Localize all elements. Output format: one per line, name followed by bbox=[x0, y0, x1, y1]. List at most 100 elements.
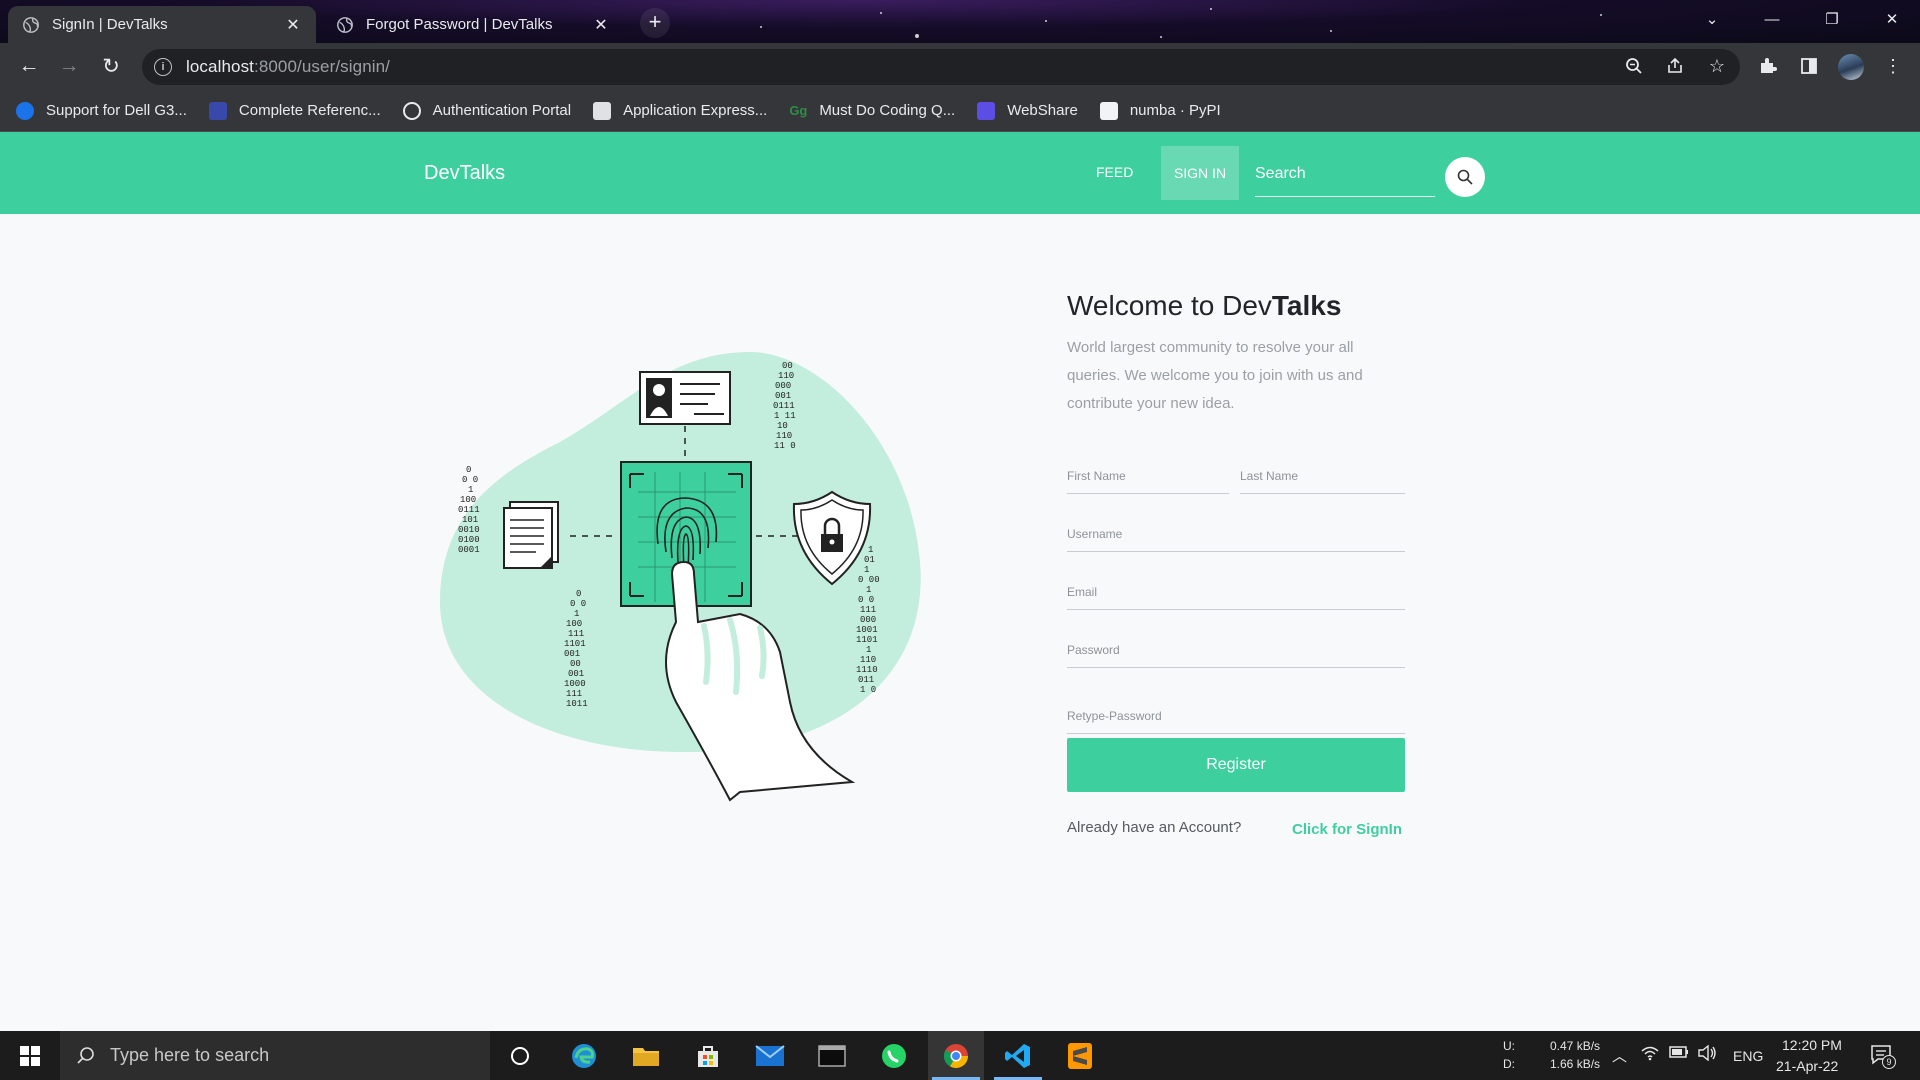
svg-text:101: 101 bbox=[462, 515, 478, 525]
tab-signin[interactable]: SignIn | DevTalks ✕ bbox=[8, 6, 316, 43]
restore-button[interactable]: ❐ bbox=[1802, 0, 1862, 38]
svg-text:1110: 1110 bbox=[856, 665, 878, 675]
document-icon bbox=[503, 501, 559, 569]
bookmark-star-icon[interactable]: ☆ bbox=[1704, 53, 1730, 79]
bookmark-must-do-coding[interactable]: Gg Must Do Coding Q... bbox=[789, 102, 955, 120]
geeksforgeeks-icon: Gg bbox=[789, 102, 808, 118]
sublime-text-icon[interactable] bbox=[1052, 1031, 1108, 1080]
search-icon bbox=[1457, 169, 1473, 185]
notification-count-badge: 9 bbox=[1882, 1055, 1896, 1069]
background-star bbox=[915, 34, 919, 38]
signin-link[interactable]: Click for SignIn bbox=[1292, 821, 1402, 838]
bookmark-complete-reference[interactable]: Complete Referenc... bbox=[208, 101, 381, 120]
welcome-description: World largest community to resolve your … bbox=[1067, 339, 1363, 412]
bookmark-application-express[interactable]: Application Express... bbox=[593, 101, 767, 120]
tray-chevron-up-icon[interactable]: ︿ bbox=[1612, 1045, 1627, 1066]
microsoft-store-icon[interactable] bbox=[680, 1031, 736, 1080]
svg-text:0: 0 bbox=[466, 465, 471, 475]
side-panel-icon[interactable] bbox=[1796, 53, 1822, 79]
net-down-label: D: bbox=[1503, 1057, 1515, 1071]
svg-text:10: 10 bbox=[777, 421, 788, 431]
site-info-icon[interactable]: i bbox=[154, 58, 172, 76]
cortana-icon[interactable] bbox=[492, 1031, 548, 1080]
tab-title: SignIn | DevTalks bbox=[52, 16, 168, 33]
site-brand[interactable]: DevTalks bbox=[424, 162, 505, 185]
svg-text:110: 110 bbox=[860, 655, 876, 665]
net-up-label: U: bbox=[1503, 1039, 1515, 1053]
bookmark-dell-support[interactable]: Support for Dell G3... bbox=[16, 101, 187, 120]
username-field[interactable] bbox=[1067, 516, 1405, 552]
minimize-button[interactable]: — bbox=[1742, 0, 1802, 38]
wifi-icon[interactable] bbox=[1641, 1045, 1659, 1065]
background-star bbox=[1330, 30, 1332, 32]
edge-icon[interactable] bbox=[556, 1031, 612, 1080]
url-text: localhost:8000/user/signin/ bbox=[186, 57, 390, 76]
globe-icon bbox=[337, 16, 353, 33]
email-field[interactable] bbox=[1067, 574, 1405, 610]
language-indicator[interactable]: ENG bbox=[1733, 1048, 1763, 1064]
clock-time[interactable]: 12:20 PM bbox=[1782, 1037, 1842, 1053]
background-star bbox=[1600, 14, 1602, 16]
terminal-icon[interactable] bbox=[804, 1031, 860, 1080]
back-icon[interactable]: ← bbox=[14, 51, 44, 81]
notification-icon[interactable]: 9 bbox=[1870, 1043, 1896, 1071]
nav-signin-link[interactable]: SIGN IN bbox=[1161, 146, 1239, 200]
tab-title: Forgot Password | DevTalks bbox=[366, 16, 553, 33]
id-card-icon bbox=[639, 371, 731, 425]
application-express-icon bbox=[593, 101, 612, 120]
net-up-speed: 0.47 kB/s bbox=[1550, 1039, 1601, 1053]
already-account-text: Already have an Account? bbox=[1067, 819, 1242, 836]
clock-date[interactable]: 21-Apr-22 bbox=[1776, 1058, 1838, 1074]
browser-tab-strip: SignIn | DevTalks ✕ Forgot Password | De… bbox=[0, 0, 1920, 43]
svg-text:000: 000 bbox=[775, 381, 791, 391]
whatsapp-icon[interactable] bbox=[866, 1031, 922, 1080]
volume-icon[interactable] bbox=[1697, 1044, 1717, 1065]
close-tab-icon[interactable]: ✕ bbox=[284, 15, 302, 35]
extensions-icon[interactable] bbox=[1755, 53, 1781, 79]
svg-text:0 0: 0 0 bbox=[462, 475, 478, 485]
net-down-speed: 1.66 kB/s bbox=[1550, 1057, 1601, 1071]
close-tab-icon[interactable]: ✕ bbox=[592, 15, 610, 35]
profile-avatar[interactable] bbox=[1838, 54, 1864, 80]
taskbar-search-box[interactable]: Type here to search bbox=[60, 1031, 490, 1080]
webshare-icon bbox=[977, 101, 996, 120]
svg-text:001: 001 bbox=[564, 649, 580, 659]
svg-text:100: 100 bbox=[566, 619, 582, 629]
svg-text:1: 1 bbox=[866, 585, 871, 595]
bookmark-numba-pypi[interactable]: numba · PyPI bbox=[1099, 101, 1221, 120]
first-name-field[interactable] bbox=[1067, 458, 1229, 494]
tab-forgot-password[interactable]: Forgot Password | DevTalks ✕ bbox=[322, 6, 624, 43]
zoom-icon[interactable] bbox=[1621, 53, 1647, 79]
address-bar[interactable]: i localhost:8000/user/signin/ bbox=[142, 49, 1740, 85]
reload-icon[interactable]: ↻ bbox=[96, 51, 126, 81]
retype-password-field[interactable] bbox=[1067, 698, 1405, 734]
chrome-icon[interactable] bbox=[928, 1031, 984, 1080]
close-window-button[interactable]: ✕ bbox=[1862, 0, 1920, 38]
background-star bbox=[1045, 20, 1047, 22]
register-button[interactable]: Register bbox=[1067, 738, 1405, 792]
site-search-button[interactable] bbox=[1445, 157, 1485, 197]
start-button[interactable] bbox=[0, 1031, 60, 1080]
svg-text:1101: 1101 bbox=[856, 635, 878, 645]
mail-icon[interactable] bbox=[742, 1031, 798, 1080]
nav-feed-link[interactable]: FEED bbox=[1096, 164, 1133, 180]
globe-icon bbox=[23, 16, 39, 33]
file-explorer-icon[interactable] bbox=[618, 1031, 674, 1080]
tab-search-icon[interactable]: ⌄ bbox=[1682, 0, 1742, 38]
last-name-field[interactable] bbox=[1240, 458, 1405, 494]
vscode-icon[interactable] bbox=[990, 1031, 1046, 1080]
share-icon[interactable] bbox=[1662, 53, 1688, 79]
forward-icon[interactable]: → bbox=[54, 51, 84, 81]
windows-taskbar: Type here to search U: D: 0.47 kB/s 1.66… bbox=[0, 1031, 1920, 1080]
svg-text:0 00: 0 00 bbox=[858, 575, 880, 585]
dell-icon bbox=[16, 101, 34, 120]
password-field[interactable] bbox=[1067, 632, 1405, 668]
new-tab-button[interactable]: + bbox=[640, 8, 670, 38]
menu-kebab-icon[interactable]: ⋮ bbox=[1880, 53, 1906, 79]
battery-icon[interactable] bbox=[1669, 1045, 1689, 1063]
bookmark-webshare[interactable]: WebShare bbox=[977, 101, 1078, 120]
svg-text:0 0: 0 0 bbox=[570, 599, 586, 609]
site-search-input[interactable] bbox=[1255, 152, 1435, 197]
bookmark-authentication-portal[interactable]: Authentication Portal bbox=[402, 101, 571, 120]
svg-text:1011: 1011 bbox=[566, 699, 588, 709]
